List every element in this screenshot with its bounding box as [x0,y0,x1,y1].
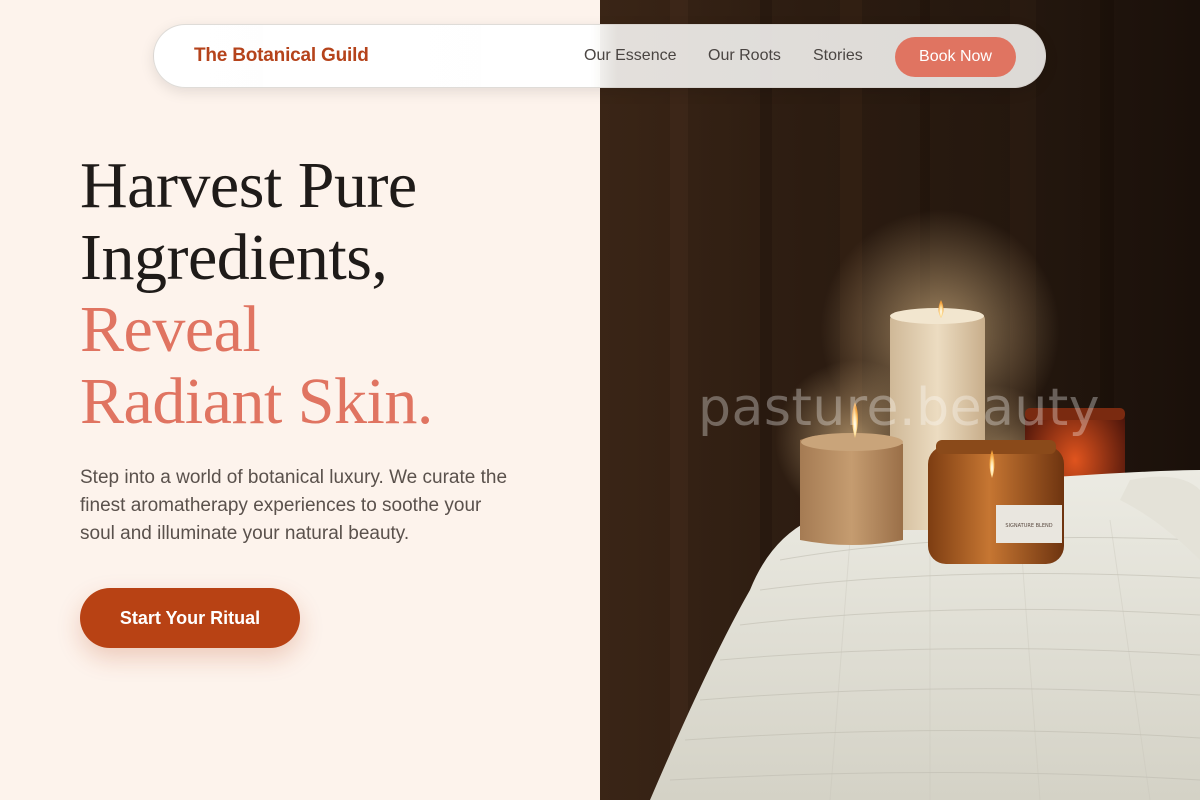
nav-link-our-roots[interactable]: Our Roots [708,47,781,65]
hero-left-panel: Harvest Pure Ingredients, Reveal Radiant… [0,0,600,800]
hero-candle-image: SIGNATURE BLEND pasture.beauty [600,0,1200,800]
nav-link-stories[interactable]: Stories [813,47,863,65]
watermark-text: pasture.beauty [698,378,1101,438]
jar-label-text: SIGNATURE BLEND [1005,523,1052,529]
hero-title-accent-1: Reveal [80,293,261,366]
hero-description: Step into a world of botanical luxury. W… [80,467,508,544]
hero-title-line-2: Ingredients, [80,221,388,294]
book-now-button[interactable]: Book Now [895,37,1016,77]
top-navigation-bar: The Botanical Guild Our Essence Our Root… [153,24,1046,88]
start-ritual-button[interactable]: Start Your Ritual [80,588,300,648]
hero-title-accent-2: Radiant Skin. [80,365,433,438]
brand-logo-text[interactable]: The Botanical Guild [194,45,369,67]
hero-title-line-1: Harvest Pure [80,149,417,222]
hero-title: Harvest Pure Ingredients, Reveal Radiant… [80,150,433,438]
nav-link-our-essence[interactable]: Our Essence [584,47,676,65]
